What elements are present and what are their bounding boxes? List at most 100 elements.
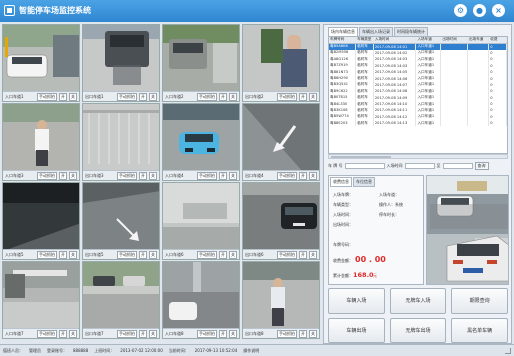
manual-capture-button[interactable]: 手动抓拍 [197,329,217,338]
login-time-value: 2013-07-02 12:00:00 [120,348,163,353]
fee-label: 收费金额： [333,258,353,263]
gate-close-button[interactable]: 关 [229,92,237,101]
vehicle-enter-button[interactable]: 车辆入场 [328,288,385,314]
period-query-button[interactable]: 期限查询 [451,288,508,314]
plate-search-label: 车 牌 号 [328,162,343,168]
column-header[interactable]: 车辆类型 [355,37,374,44]
login-time-label: 上班时间： [94,347,115,353]
manual-capture-button[interactable]: 手动抓拍 [37,171,57,180]
tab-fee-info[interactable]: 收费信息 [330,177,352,187]
manual-capture-button[interactable]: 手动抓拍 [197,171,217,180]
manual-capture-button[interactable]: 手动抓拍 [277,329,297,338]
query-button[interactable]: 查询 [474,161,489,170]
gate-close-button[interactable]: 关 [69,329,77,338]
gate-close-button[interactable]: 关 [309,250,317,259]
manual-capture-button[interactable]: 手动抓拍 [37,329,57,338]
gate-close-button[interactable]: 关 [229,250,237,259]
camera-view[interactable]: 入口车道8 手动抓拍开关 [162,261,240,339]
gate-open-button[interactable]: 开 [299,92,307,101]
table-row[interactable]: 粤B8E203 临时车 2017-09-08 14:13 入口车道1 0 [329,120,507,127]
gate-close-button[interactable]: 关 [149,250,157,259]
resize-grip-icon[interactable] [505,348,511,354]
gate-close-button[interactable]: 关 [229,171,237,180]
camera-feed-image [243,262,319,328]
manual-capture-button[interactable]: 手动抓拍 [117,171,137,180]
gate-open-button[interactable]: 开 [59,250,67,259]
gate-open-button[interactable]: 开 [299,250,307,259]
manual-capture-button[interactable]: 手动抓拍 [277,92,297,101]
camera-feed-image [83,104,159,170]
manual-capture-button[interactable]: 手动抓拍 [117,329,137,338]
gate-open-button[interactable]: 开 [299,171,307,180]
gate-open-button[interactable]: 开 [219,92,227,101]
current-time-label: 当前时间： [168,347,189,353]
gate-open-button[interactable]: 开 [219,171,227,180]
gate-open-button[interactable]: 开 [299,329,307,338]
camera-view[interactable]: 出口车道6 手动抓拍开关 [242,182,320,260]
gate-close-button[interactable]: 关 [149,171,157,180]
manual-capture-button[interactable]: 手动抓拍 [197,92,217,101]
camera-feed-image [3,104,79,170]
camera-view[interactable]: 入口车道1 手动抓拍开关 [2,24,80,102]
operator-status-value: 管理员 [29,347,41,353]
gate-open-button[interactable]: 开 [139,250,147,259]
camera-view[interactable]: 出口车道5 手动抓拍开关 [82,182,160,260]
unplated-exit-button[interactable]: 无牌车出场 [389,317,447,343]
manual-capture-button[interactable]: 手动抓拍 [117,92,137,101]
gate-close-button[interactable]: 关 [149,329,157,338]
tab-space-info[interactable]: 车位信息 [353,177,375,187]
time-from-input[interactable] [404,162,435,169]
gate-close-button[interactable]: 关 [309,92,317,101]
gate-open-button[interactable]: 开 [59,329,67,338]
time-to-input[interactable] [442,162,473,169]
camera-view[interactable]: 出口车道2 手动抓拍开关 [242,24,320,102]
table-scrollbar[interactable] [328,154,508,159]
gate-close-button[interactable]: 关 [69,250,77,259]
vehicle-exit-button[interactable]: 车辆出场 [328,317,385,343]
gate-open-button[interactable]: 开 [219,250,227,259]
plate-search-input[interactable] [344,162,385,169]
camera-view[interactable]: 出口车道8 手动抓拍开关 [242,261,320,339]
camera-view[interactable]: 出口车道7 手动抓拍开关 [82,261,160,339]
camera-view[interactable]: 出口车道4 手动抓拍开关 [242,103,320,181]
gate-close-button[interactable]: 关 [229,329,237,338]
camera-feed-image [3,262,79,328]
camera-view[interactable]: 出口车道3 手动抓拍开关 [82,103,160,181]
camera-view[interactable]: 入口车道4 手动抓拍开关 [162,103,240,181]
camera-label: 出口车道8 [245,330,264,336]
gate-close-button[interactable]: 关 [309,329,317,338]
manual-capture-button[interactable]: 手动抓拍 [277,250,297,259]
instructions-link[interactable]: 操作说明 [243,348,259,354]
camera-view[interactable]: 入口车道3 手动抓拍开关 [2,103,80,181]
unplated-enter-button[interactable]: 无牌车入场 [389,288,447,314]
title-bar: 智能停车场监控系统 ⚙ ● × [0,0,514,22]
camera-view[interactable]: 入口车道5 手动抓拍开关 [2,182,80,260]
camera-toolbar: 入口车道5 手动抓拍开关 [3,249,79,259]
camera-view[interactable]: 入口车道2 手动抓拍开关 [162,24,240,102]
settings-icon[interactable]: ⚙ [454,4,467,17]
gate-open-button[interactable]: 开 [139,171,147,180]
gate-close-button[interactable]: 关 [309,171,317,180]
gate-close-button[interactable]: 关 [149,92,157,101]
gate-open-button[interactable]: 开 [139,92,147,101]
user-icon[interactable]: ● [473,4,486,17]
camera-label: 入口车道6 [165,251,184,257]
blacklist-button[interactable]: 黑名单车辆 [451,317,508,343]
gate-close-button[interactable]: 关 [69,92,77,101]
gate-open-button[interactable]: 开 [139,329,147,338]
time-to-label: 至 [436,162,441,168]
manual-capture-button[interactable]: 手动抓拍 [117,250,137,259]
manual-capture-button[interactable]: 手动抓拍 [37,250,57,259]
camera-view[interactable]: 入口车道7 手动抓拍开关 [2,261,80,339]
gate-close-button[interactable]: 关 [69,171,77,180]
gate-open-button[interactable]: 开 [219,329,227,338]
manual-capture-button[interactable]: 手动抓拍 [277,171,297,180]
manual-capture-button[interactable]: 手动抓拍 [37,92,57,101]
manual-capture-button[interactable]: 手动抓拍 [197,250,217,259]
gate-open-button[interactable]: 开 [59,92,67,101]
camera-view[interactable]: 出口车道1 手动抓拍开关 [82,24,160,102]
camera-view[interactable]: 入口车道6 手动抓拍开关 [162,182,240,260]
close-icon[interactable]: × [492,4,505,17]
gate-open-button[interactable]: 开 [59,171,67,180]
camera-label: 入口车道4 [165,172,184,178]
